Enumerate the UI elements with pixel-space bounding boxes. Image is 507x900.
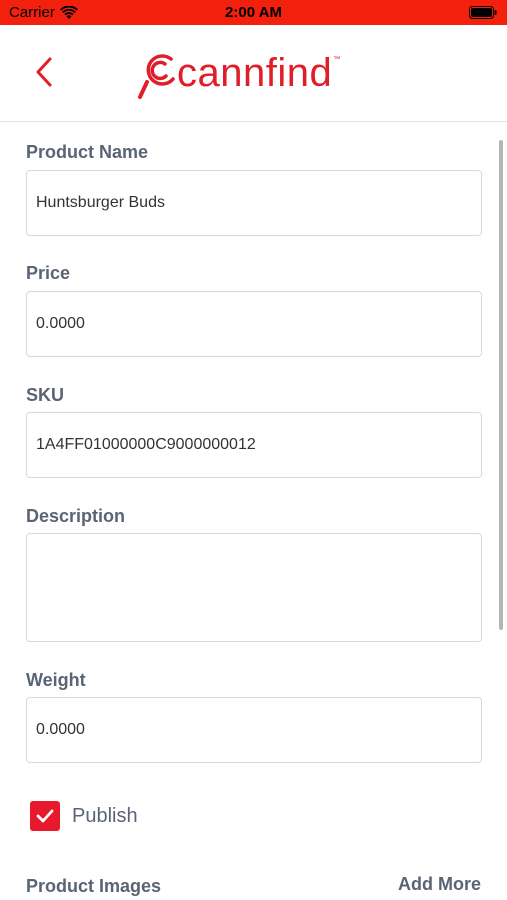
product-name-value: Huntsburger Buds [36, 194, 165, 211]
logo-mark-icon [138, 54, 175, 99]
sku-label: SKU [26, 385, 65, 405]
checkmark-icon [36, 809, 54, 823]
description-textarea[interactable] [26, 533, 482, 642]
scrollbar[interactable] [499, 140, 503, 630]
weight-value: 0.0000 [36, 721, 85, 738]
weight-input[interactable]: 0.0000 [26, 697, 482, 763]
price-label: Price [26, 263, 71, 283]
back-chevron-icon[interactable] [32, 55, 56, 89]
product-images-label: Product Images [26, 876, 162, 896]
price-input[interactable]: 0.0000 [26, 291, 482, 357]
cannfind-logo: cannfind ™ [135, 45, 340, 105]
product-name-input[interactable]: Huntsburger Buds [26, 170, 482, 236]
sku-input[interactable]: 1A4FF01000000C9000000012 [26, 412, 482, 478]
battery-icon [469, 6, 497, 19]
product-name-label: Product Name [26, 142, 149, 162]
publish-checkbox[interactable] [30, 801, 60, 831]
publish-toggle[interactable]: Publish [30, 801, 138, 831]
status-time: 2:00 AM [225, 4, 282, 21]
nav-header: cannfind ™ [0, 25, 507, 122]
publish-label: Publish [72, 804, 138, 827]
price-value: 0.0000 [36, 315, 85, 332]
description-label: Description [26, 506, 126, 526]
weight-label: Weight [26, 670, 86, 690]
status-bar: Carrier 2:00 AM [0, 0, 507, 25]
logo-text: cannfind [177, 50, 333, 95]
sku-value: 1A4FF01000000C9000000012 [36, 436, 256, 453]
add-more-button[interactable]: Add More [398, 874, 481, 895]
logo-trademark: ™ [333, 55, 341, 63]
